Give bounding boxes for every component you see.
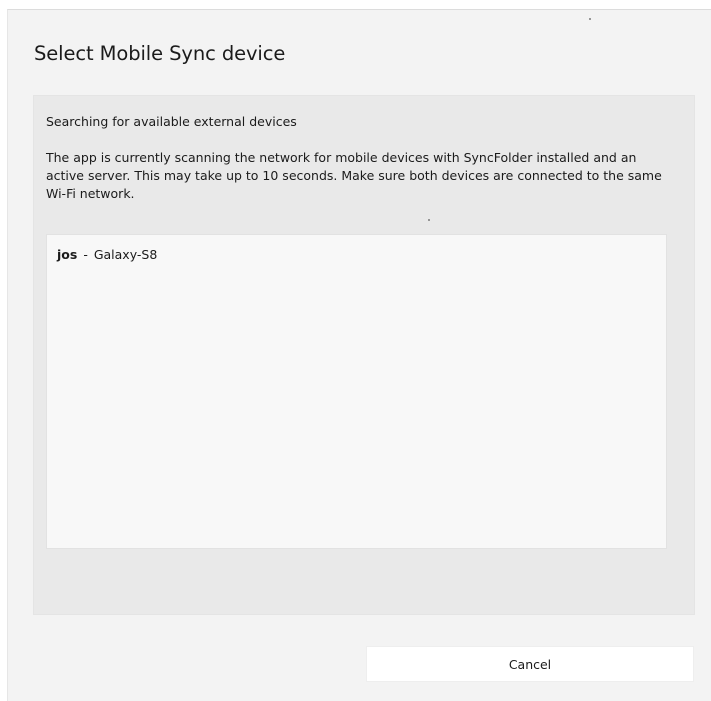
device-model: Galaxy-S8 [93,247,158,262]
device-list-item[interactable]: jos - Galaxy-S8 [57,247,157,262]
progress-indicator-dot [589,18,591,20]
dialog-title: Select Mobile Sync device [34,42,286,65]
device-name: jos [57,247,78,262]
search-description: The app is currently scanning the networ… [46,150,662,201]
select-device-dialog: Select Mobile Sync device Searching for … [7,9,711,701]
search-heading: Searching for available external devices [46,114,297,129]
content-panel: Searching for available external devices… [33,95,695,615]
device-list[interactable]: jos - Galaxy-S8 [46,234,667,549]
cancel-button[interactable]: Cancel [366,646,694,682]
device-separator: - [83,247,88,262]
progress-indicator-dot [428,219,430,221]
